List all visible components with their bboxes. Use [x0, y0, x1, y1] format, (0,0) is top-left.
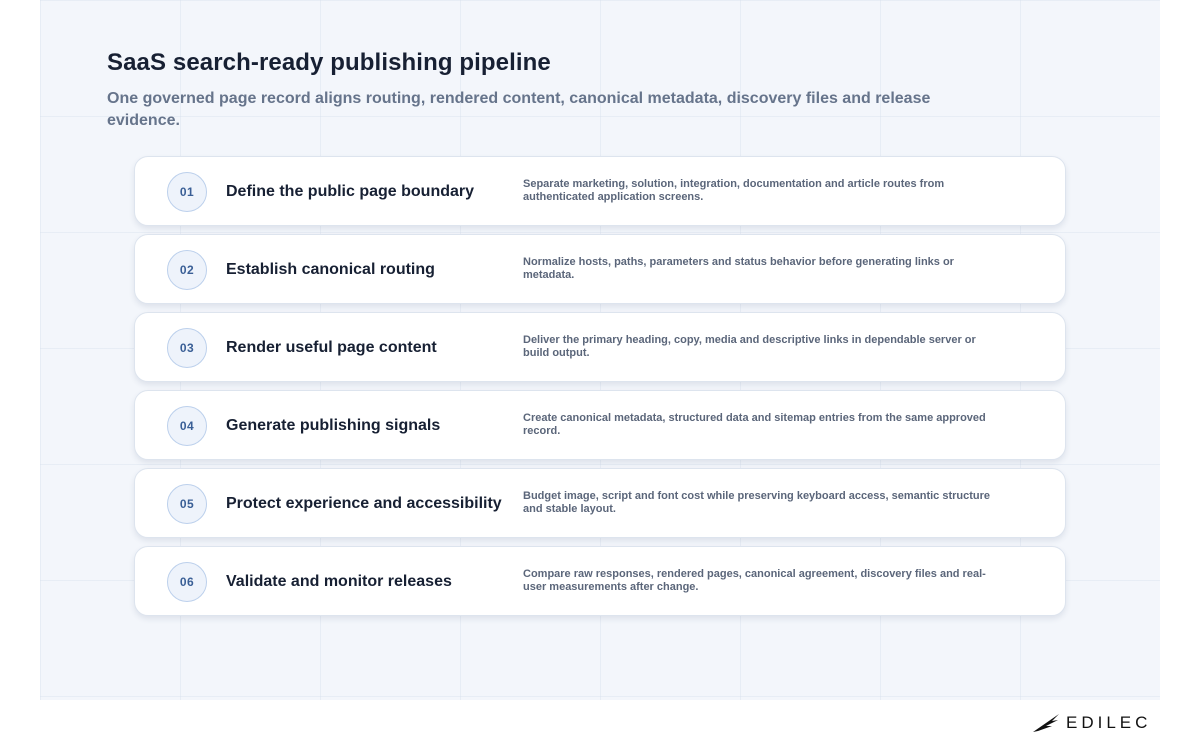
pipeline-step: 05 Protect experience and accessibility …	[134, 468, 1066, 538]
step-description: Normalize hosts, paths, parameters and s…	[523, 256, 954, 281]
step-title: Protect experience and accessibility	[226, 494, 502, 512]
page-title: SaaS search-ready publishing pipeline	[107, 49, 551, 76]
pipeline-step: 03 Render useful page content Deliver th…	[134, 312, 1066, 382]
header: SaaS search-ready publishing pipeline On…	[107, 48, 967, 132]
step-title: Define the public page boundary	[226, 182, 475, 200]
step-number-badge: 01	[167, 172, 207, 212]
step-title: Validate and monitor releases	[226, 572, 452, 590]
step-description: Create canonical metadata, structured da…	[523, 412, 986, 437]
step-description: Budget image, script and font cost while…	[523, 490, 991, 515]
pipeline-step: 06 Validate and monitor releases Compare…	[134, 546, 1066, 616]
step-title: Establish canonical routing	[226, 260, 435, 278]
step-description: Deliver the primary heading, copy, media…	[523, 334, 976, 359]
step-number-badge: 03	[167, 328, 207, 368]
step-title: Generate publishing signals	[226, 416, 441, 434]
step-title: Render useful page content	[226, 338, 437, 356]
pipeline-step: 01 Define the public page boundary Separ…	[134, 156, 1066, 226]
brand-logo-text: EDILEC	[1066, 713, 1152, 732]
step-number-badge: 02	[167, 250, 207, 290]
pipeline-step: 04 Generate publishing signals Create ca…	[134, 390, 1066, 460]
step-number-badge: 05	[167, 484, 207, 524]
step-number-badge: 04	[167, 406, 207, 446]
page-subtitle: One governed page record aligns routing,…	[107, 90, 931, 129]
brand-logo: EDILEC	[1032, 711, 1151, 735]
step-description: Separate marketing, solution, integratio…	[523, 178, 945, 203]
wing-mark-icon	[1033, 714, 1059, 732]
step-number-badge: 06	[167, 562, 207, 602]
pipeline-steps: 01 Define the public page boundary Separ…	[134, 156, 1066, 624]
step-description: Compare raw responses, rendered pages, c…	[523, 568, 986, 593]
pipeline-step: 02 Establish canonical routing Normalize…	[134, 234, 1066, 304]
